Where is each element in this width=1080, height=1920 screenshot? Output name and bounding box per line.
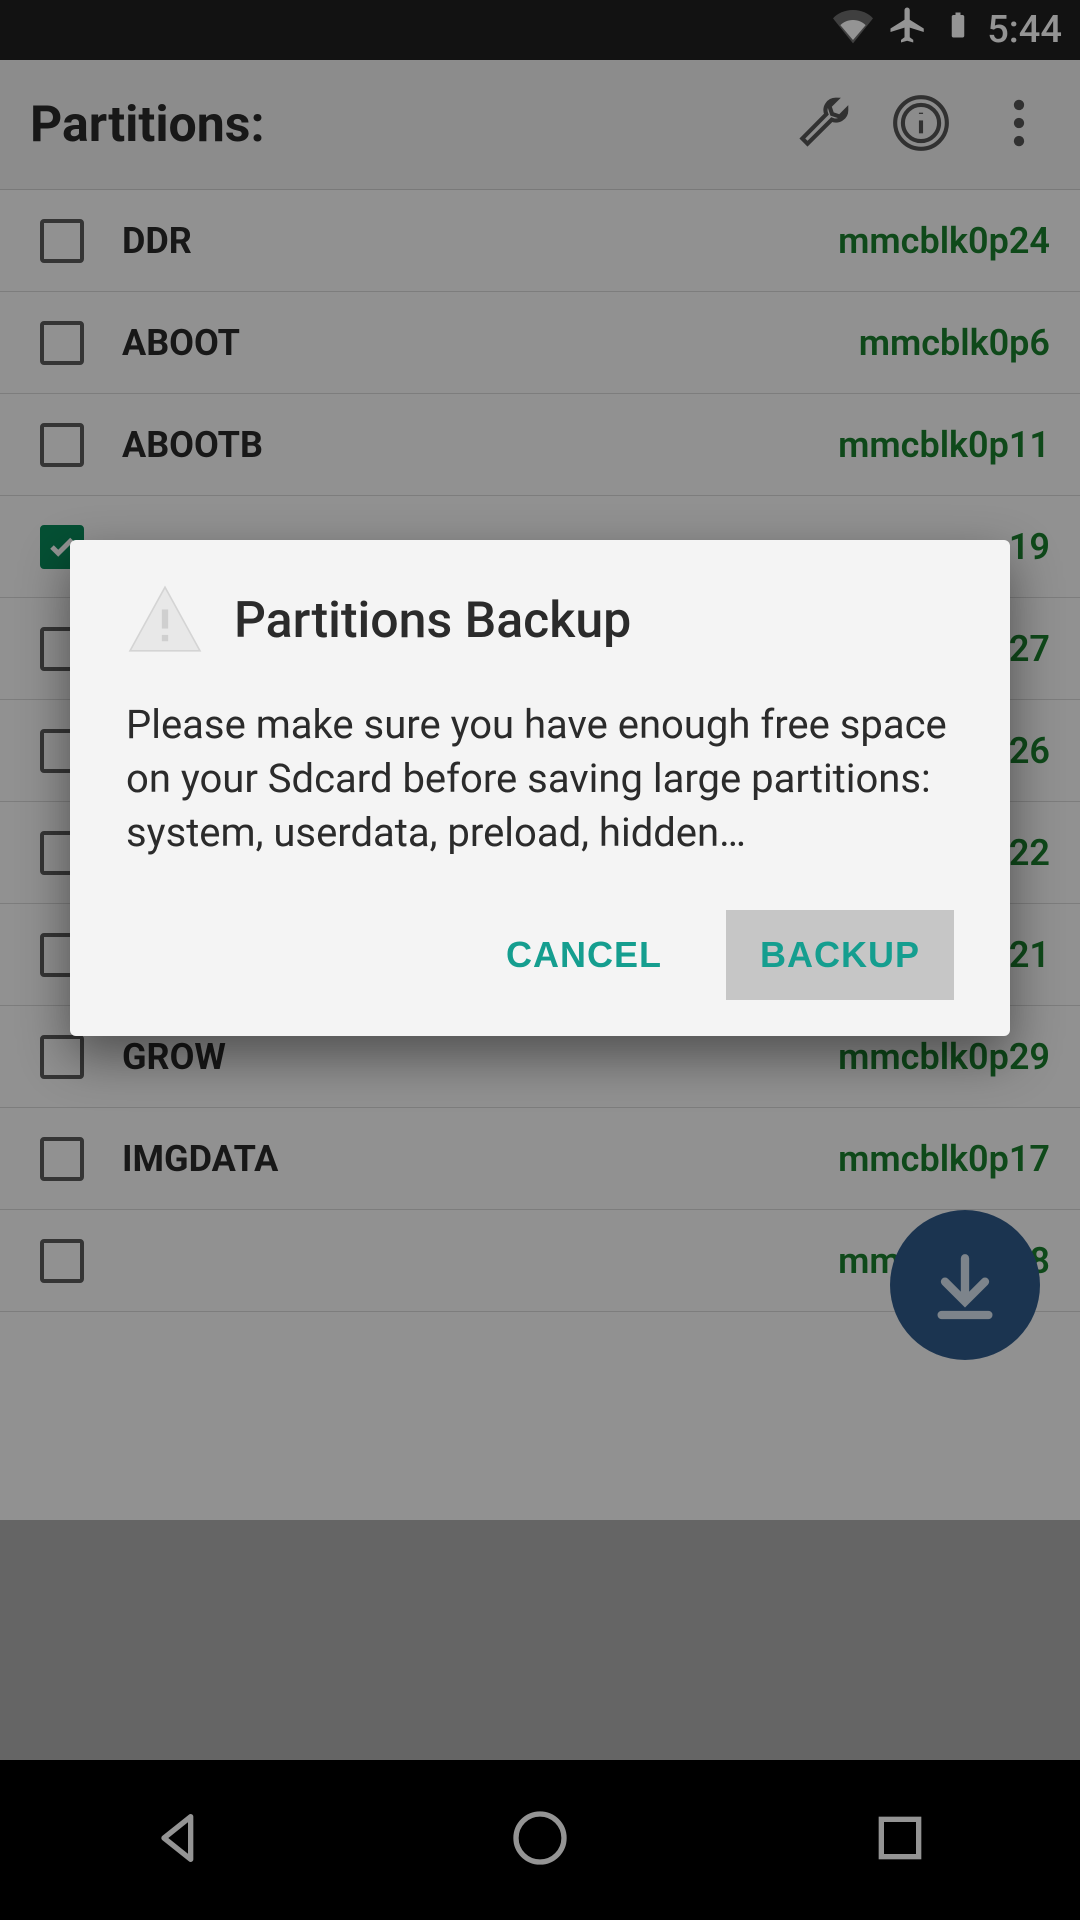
- dialog-body: Please make sure you have enough free sp…: [126, 698, 954, 860]
- warning-icon: [126, 584, 204, 658]
- backup-button[interactable]: BACKUP: [726, 910, 954, 1000]
- cancel-button[interactable]: CANCEL: [472, 910, 696, 1000]
- dialog-title: Partitions Backup: [234, 592, 631, 650]
- backup-dialog: Partitions Backup Please make sure you h…: [70, 540, 1010, 1036]
- screen: 5:44 Partitions: DDRmmcblk0p24ABOOTmmcbl…: [0, 0, 1080, 1920]
